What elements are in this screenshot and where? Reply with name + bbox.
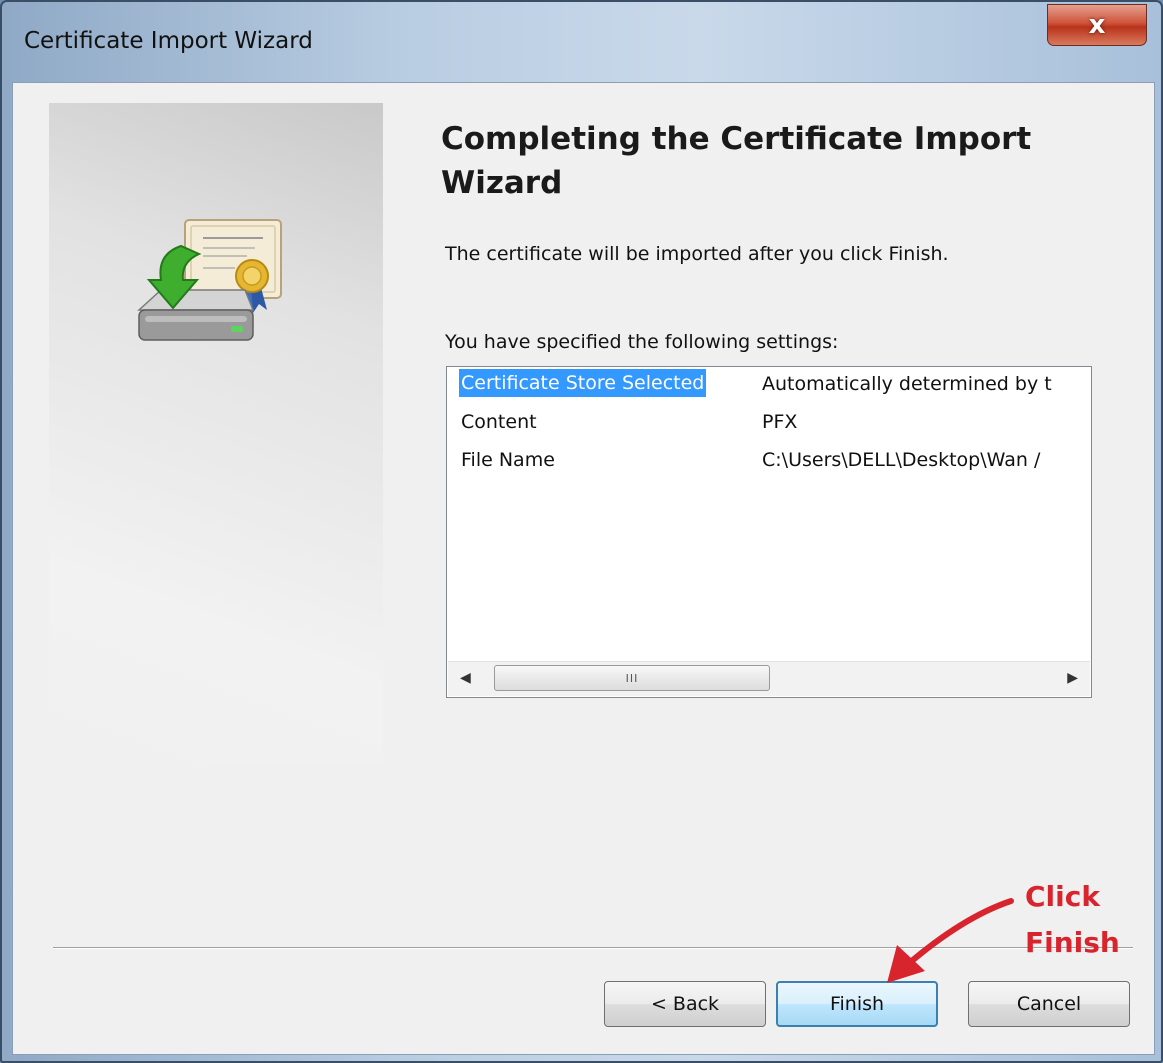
scroll-left-arrow-icon[interactable]: ◀ [460, 670, 471, 686]
cancel-button[interactable]: Cancel [968, 981, 1130, 1027]
setting-value: C:\Users\DELL\Desktop\Wan / [762, 449, 1041, 471]
scroll-right-arrow-icon[interactable]: ▶ [1067, 670, 1078, 686]
annotation-line: Finish [1025, 926, 1120, 959]
finish-button[interactable]: Finish [776, 981, 938, 1027]
red-arrow-icon [887, 898, 1014, 983]
list-item[interactable]: Certificate Store Selected Automatically… [447, 367, 1091, 403]
annotation-line: Click [1025, 880, 1100, 913]
list-item[interactable]: Content PFX [447, 405, 1091, 441]
certificate-import-icon [137, 219, 282, 341]
annotation-text: Click Finish [1025, 874, 1120, 966]
close-button[interactable]: x [1047, 4, 1147, 46]
setting-name: Content [461, 411, 537, 433]
wizard-side-panel [49, 103, 383, 763]
setting-name: File Name [461, 449, 555, 471]
close-icon: x [1088, 10, 1106, 40]
wizard-window: Certificate Import Wizard x Completing t… [0, 0, 1163, 1063]
setting-value: Automatically determined by t [762, 373, 1052, 395]
settings-list[interactable]: Certificate Store Selected Automatically… [446, 366, 1092, 698]
info-text: The certificate will be imported after y… [445, 243, 949, 265]
settings-label: You have specified the following setting… [445, 331, 839, 353]
horizontal-scrollbar[interactable]: ◀ III ▶ [448, 661, 1090, 696]
title-bar[interactable]: Certificate Import Wizard x [2, 2, 1161, 82]
scroll-grip: III [625, 671, 639, 685]
list-item[interactable]: File Name C:\Users\DELL\Desktop\Wan / [447, 443, 1091, 479]
setting-value: PFX [762, 411, 798, 433]
setting-name: Certificate Store Selected [459, 369, 707, 397]
back-button[interactable]: < Back [604, 981, 766, 1027]
scroll-thumb[interactable]: III [494, 665, 770, 691]
window-title: Certificate Import Wizard [24, 28, 313, 54]
wizard-body: Completing the Certificate Import Wizard… [12, 82, 1155, 1055]
page-title: Completing the Certificate Import Wizard [441, 121, 1032, 201]
